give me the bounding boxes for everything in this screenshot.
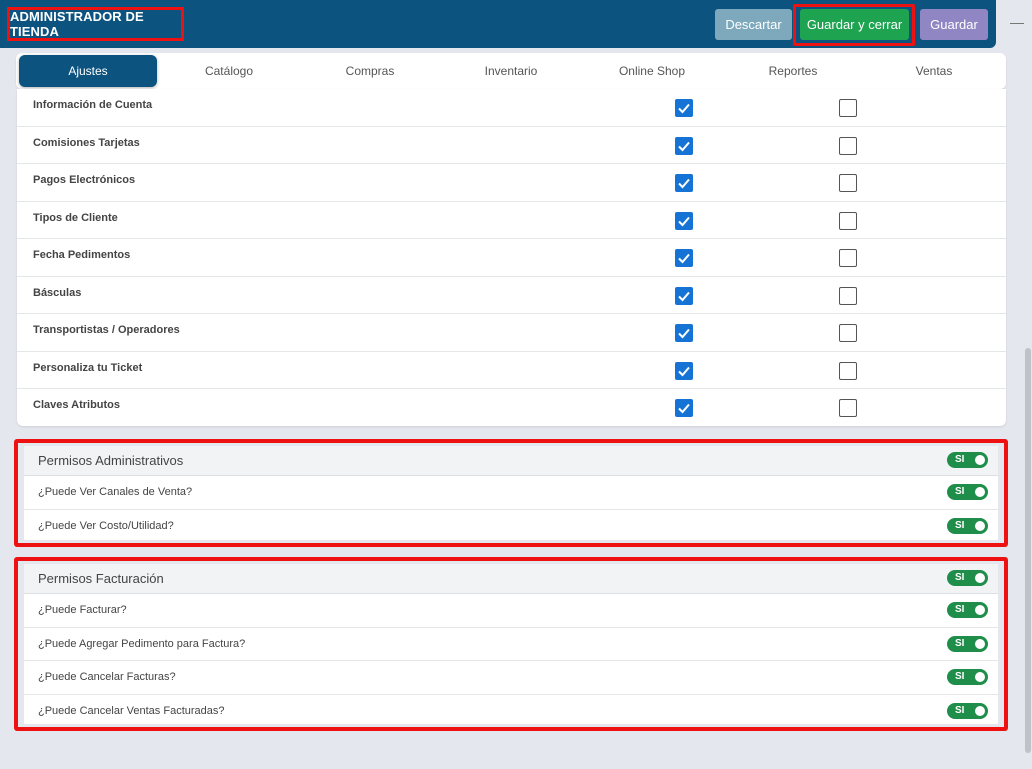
checkbox-checked[interactable]	[675, 249, 693, 267]
tab-compras[interactable]: Compras	[301, 53, 439, 89]
toggle-label: SI	[955, 671, 965, 682]
checkbox-unchecked[interactable]	[839, 136, 857, 155]
checkbox-checked[interactable]	[675, 174, 693, 192]
permission-label: Pagos Electrónicos	[33, 174, 136, 186]
checkbox-checked[interactable]	[675, 211, 693, 230]
permission-label: ¿Puede Facturar?	[38, 604, 127, 616]
checkbox-checked[interactable]	[675, 324, 693, 342]
checkbox-unchecked[interactable]	[839, 211, 857, 230]
list-item: ¿Puede Facturar? SI	[24, 594, 998, 628]
toggle-switch[interactable]: SI	[947, 669, 988, 685]
toggle-knob	[975, 672, 985, 682]
list-item: ¿Puede Ver Canales de Venta? SI	[24, 476, 998, 510]
checkbox-unchecked[interactable]	[839, 249, 857, 267]
permission-label: ¿Puede Ver Costo/Utilidad?	[38, 519, 174, 532]
tab-online-shop[interactable]: Online Shop	[583, 53, 721, 89]
toggle-switch[interactable]: SI	[947, 702, 988, 719]
permission-label: Claves Atributos	[33, 399, 121, 411]
permission-label: Tipos de Cliente	[33, 211, 118, 224]
billing-permissions-section: Permisos Facturación SI ¿Puede Facturar?…	[14, 557, 1008, 731]
section-body: Permisos Facturación SI ¿Puede Facturar?…	[24, 564, 998, 724]
toggle-switch[interactable]: SI	[947, 452, 988, 468]
permission-label: ¿Puede Agregar Pedimento para Factura?	[38, 637, 246, 650]
toggle-switch[interactable]: SI	[947, 517, 988, 534]
admin-permissions-section: Permisos Administrativos SI ¿Puede Ver C…	[14, 439, 1008, 547]
checkbox-checked[interactable]	[675, 286, 693, 305]
table-row: Básculas	[17, 277, 1006, 314]
tab-inventario[interactable]: Inventario	[442, 53, 580, 89]
list-item: ¿Puede Cancelar Ventas Facturadas? SI	[24, 695, 998, 729]
toggle-knob	[975, 520, 985, 531]
app-title: ADMINISTRADOR DE TIENDA	[7, 7, 184, 41]
table-row: Tipos de Cliente	[17, 202, 1006, 239]
table-row: Comisiones Tarjetas	[17, 127, 1006, 164]
toggle-label: SI	[955, 486, 965, 497]
save-and-close-button[interactable]: Guardar y cerrar	[800, 9, 909, 40]
toggle-knob	[975, 487, 985, 497]
list-item: ¿Puede Agregar Pedimento para Factura? S…	[24, 628, 998, 661]
tab-bar: Ajustes Catálogo Compras Inventario Onli…	[16, 53, 1006, 89]
table-row: Pagos Electrónicos	[17, 164, 1006, 202]
section-header: Permisos Administrativos SI	[24, 446, 998, 476]
checkbox-unchecked[interactable]	[839, 174, 857, 192]
toggle-switch[interactable]: SI	[947, 570, 988, 586]
toggle-label: SI	[955, 572, 965, 583]
checkbox-checked[interactable]	[675, 99, 693, 117]
toggle-knob	[975, 455, 985, 465]
checkbox-unchecked[interactable]	[839, 99, 857, 117]
permission-label: ¿Puede Cancelar Facturas?	[38, 671, 176, 683]
scrollbar-thumb[interactable]	[1025, 348, 1031, 753]
toggle-knob	[975, 573, 985, 583]
checkbox-checked[interactable]	[675, 136, 693, 155]
checkbox-unchecked[interactable]	[839, 399, 857, 417]
permission-label: ¿Puede Ver Canales de Venta?	[38, 486, 193, 498]
tab-ajustes[interactable]: Ajustes	[19, 55, 157, 87]
toggle-label: SI	[955, 604, 965, 615]
permission-label: ¿Puede Cancelar Ventas Facturadas?	[38, 704, 225, 717]
toggle-label: SI	[955, 704, 965, 716]
permission-label: Transportistas / Operadores	[33, 324, 180, 336]
section-header: Permisos Facturación SI	[24, 564, 998, 594]
toggle-switch[interactable]: SI	[947, 484, 988, 500]
toggle-knob	[975, 638, 985, 649]
tab-catalogo[interactable]: Catálogo	[160, 53, 298, 89]
minimize-icon[interactable]	[1010, 23, 1024, 24]
toggle-switch[interactable]: SI	[947, 635, 988, 652]
section-title: Permisos Administrativos	[38, 453, 184, 468]
checkbox-checked[interactable]	[675, 399, 693, 417]
toggle-label: SI	[955, 454, 965, 465]
top-header: ADMINISTRADOR DE TIENDA Descartar Guarda…	[0, 0, 996, 48]
tab-reportes[interactable]: Reportes	[724, 53, 862, 89]
checkbox-checked[interactable]	[675, 361, 693, 380]
tab-ventas[interactable]: Ventas	[865, 53, 1003, 89]
permission-label: Personaliza tu Ticket	[33, 361, 143, 374]
toggle-label: SI	[955, 519, 965, 531]
permission-label: Información de Cuenta	[33, 99, 153, 111]
permissions-table: Información de Cuenta Comisiones Tarjeta…	[17, 89, 1006, 426]
checkbox-unchecked[interactable]	[839, 324, 857, 342]
section-title: Permisos Facturación	[38, 571, 164, 586]
table-row: Información de Cuenta	[17, 89, 1006, 127]
permission-label: Comisiones Tarjetas	[33, 136, 140, 149]
save-button[interactable]: Guardar	[920, 9, 988, 40]
list-item: ¿Puede Ver Costo/Utilidad? SI	[24, 510, 998, 544]
toggle-knob	[975, 605, 985, 615]
section-body: Permisos Administrativos SI ¿Puede Ver C…	[24, 446, 998, 540]
permission-label: Fecha Pedimentos	[33, 249, 131, 261]
table-row: Transportistas / Operadores	[17, 314, 1006, 352]
toggle-knob	[975, 705, 985, 716]
table-row: Fecha Pedimentos	[17, 239, 1006, 277]
table-row: Personaliza tu Ticket	[17, 352, 1006, 389]
table-row: Claves Atributos	[17, 389, 1006, 427]
checkbox-unchecked[interactable]	[839, 361, 857, 380]
toggle-switch[interactable]: SI	[947, 602, 988, 618]
discard-button[interactable]: Descartar	[715, 9, 792, 40]
checkbox-unchecked[interactable]	[839, 286, 857, 305]
toggle-label: SI	[955, 637, 965, 649]
permission-label: Básculas	[33, 286, 82, 299]
list-item: ¿Puede Cancelar Facturas? SI	[24, 661, 998, 695]
